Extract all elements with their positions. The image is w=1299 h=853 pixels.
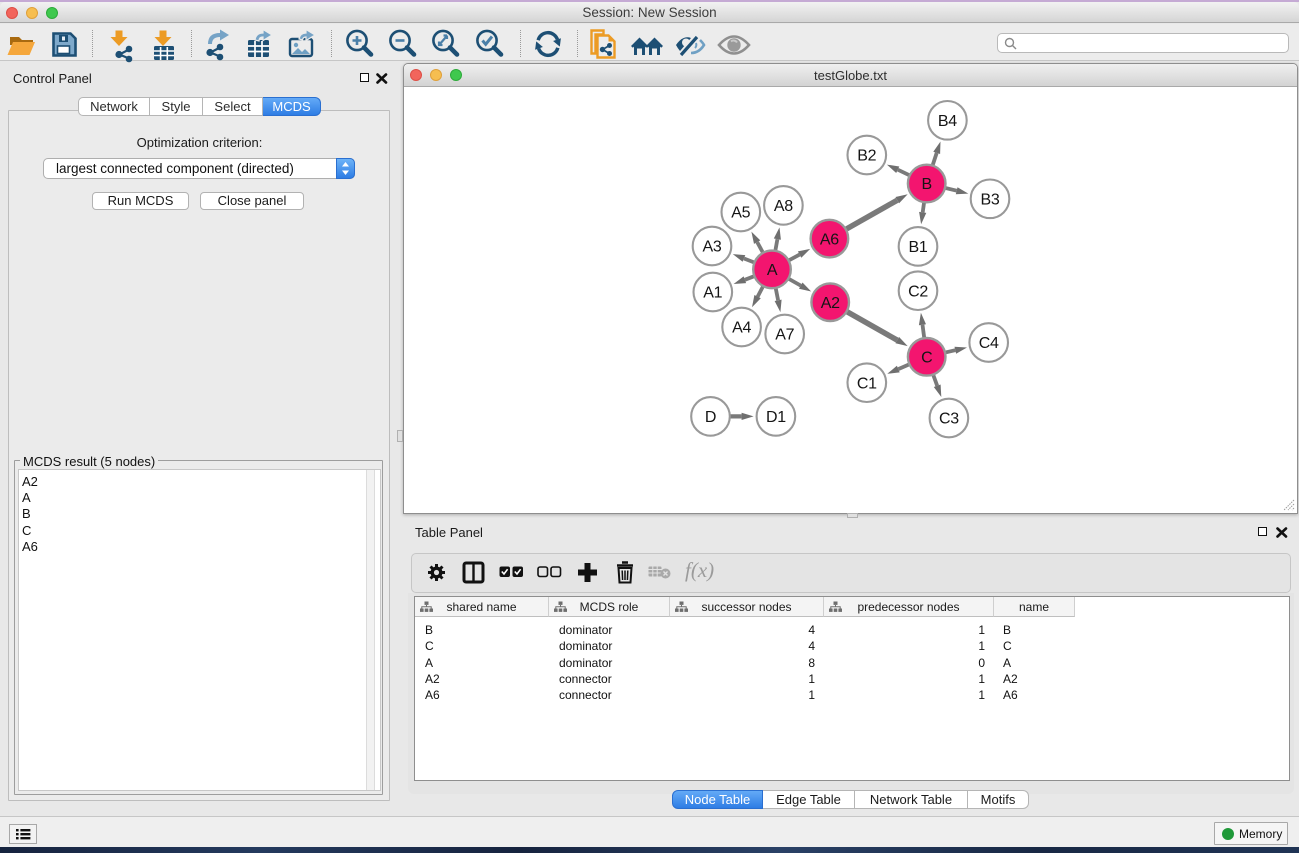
svg-text:C3: C3 xyxy=(939,411,959,428)
svg-text:C: C xyxy=(921,350,932,367)
svg-text:B4: B4 xyxy=(938,113,957,130)
svg-text:B2: B2 xyxy=(857,148,876,165)
svg-text:D1: D1 xyxy=(766,409,786,426)
svg-text:C4: C4 xyxy=(979,335,999,352)
svg-text:A4: A4 xyxy=(732,320,751,337)
svg-text:A3: A3 xyxy=(703,239,722,256)
svg-text:C1: C1 xyxy=(857,375,877,392)
svg-text:A: A xyxy=(767,262,778,279)
svg-text:D: D xyxy=(705,409,716,426)
svg-text:B3: B3 xyxy=(981,192,1000,209)
svg-text:A1: A1 xyxy=(703,285,722,302)
svg-text:A5: A5 xyxy=(731,205,750,222)
svg-text:A6: A6 xyxy=(820,231,839,248)
svg-text:A8: A8 xyxy=(774,198,793,215)
svg-text:B1: B1 xyxy=(909,239,928,256)
svg-text:B: B xyxy=(922,176,932,193)
svg-text:A2: A2 xyxy=(821,295,840,312)
svg-text:A7: A7 xyxy=(775,327,794,344)
svg-text:C2: C2 xyxy=(908,283,928,300)
